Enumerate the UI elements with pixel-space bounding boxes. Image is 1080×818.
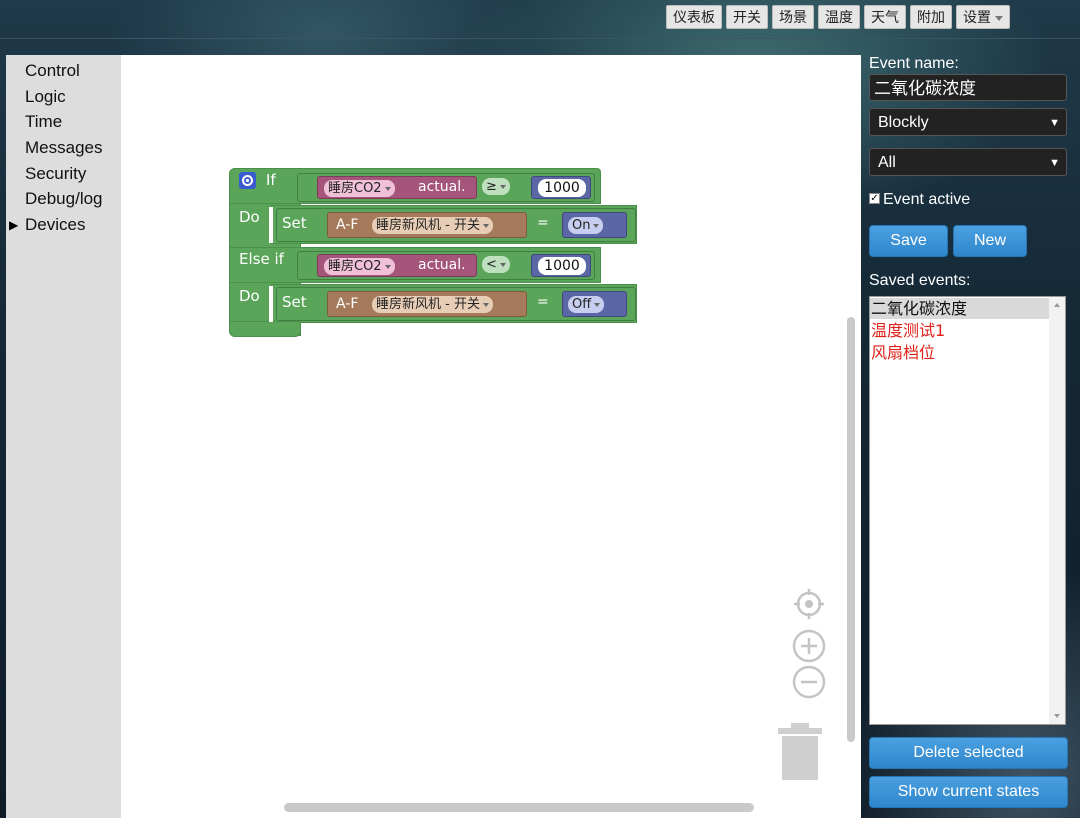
chevron-down-icon [384,264,391,269]
event-type-value: Blockly [878,114,929,131]
operator-dropdown-2[interactable]: < [482,256,510,273]
statement-notch [269,207,273,243]
toolbox-devices[interactable]: Devices [25,215,85,235]
toolbox-logic[interactable]: Logic [25,87,66,107]
do-label-1: Do [239,208,260,226]
event-type-select[interactable]: Blockly ▼ [869,108,1067,136]
toolbox-time[interactable]: Time [25,112,62,132]
equals-label-2: = [537,294,549,310]
device-action-block-2[interactable]: A-F 睡房新风机 - 开关 [327,291,527,317]
nav-switches[interactable]: 开关 [726,5,768,29]
device-dropdown-1[interactable]: 睡房CO2 [324,180,395,197]
saved-events-scrollbar[interactable] [1049,297,1065,724]
event-name-label: Event name: [869,55,959,72]
state-dropdown-1[interactable]: On [568,217,604,234]
chevron-down-icon [482,302,489,307]
equals-label-1: = [537,215,549,231]
nav-dashboard[interactable]: 仪表板 [666,5,722,29]
toolbox-messages[interactable]: Messages [25,138,102,158]
trash-icon[interactable] [777,723,823,781]
set-label-2: Set [282,293,307,311]
nav-settings-label: 设置 [963,10,991,26]
toolbox-debug-log[interactable]: Debug/log [25,189,103,209]
if-block-bottom [229,321,301,337]
state-block-2[interactable]: Off [562,291,627,317]
operator-1-label: ≥ [486,179,497,194]
nav-temperature[interactable]: 温度 [818,5,860,29]
if-label: If [266,171,276,189]
saved-events-label: Saved events: [869,272,971,289]
nav-extra[interactable]: 附加 [910,5,952,29]
state-dropdown-2[interactable]: Off [568,296,605,313]
switch-dropdown-1-label: 睡房新风机 - 开关 [376,218,480,233]
saved-events-list[interactable]: 二氧化碳浓度 温度测试1 风扇档位 [869,296,1066,725]
saved-event-item[interactable]: 温度测试1 [870,320,1049,341]
expand-arrow-icon[interactable]: ▶ [9,218,18,232]
chevron-down-icon [995,15,1003,21]
event-active-label: Event active [883,191,971,208]
chevron-down-icon [499,184,506,189]
set-label-1: Set [282,214,307,232]
device-value-block-2[interactable]: 睡房CO2 actual. [317,254,477,277]
chevron-down-icon [384,186,391,191]
switch-dropdown-1[interactable]: 睡房新风机 - 开关 [372,217,493,234]
scroll-up-icon[interactable] [1054,303,1060,307]
prop-label-2: actual. [418,257,466,273]
chevron-down-icon [482,223,489,228]
switch-dropdown-2-label: 睡房新风机 - 开关 [376,297,480,312]
device-dropdown-2[interactable]: 睡房CO2 [324,258,395,275]
device-value-block-1[interactable]: 睡房CO2 actual. [317,176,477,199]
scroll-down-icon[interactable] [1054,714,1060,718]
number-input-2[interactable]: 1000 [538,257,586,275]
device-dropdown-1-label: 睡房CO2 [328,181,382,196]
number-input-1[interactable]: 1000 [538,179,586,197]
device-action-block-1[interactable]: A-F 睡房新风机 - 开关 [327,212,527,238]
recenter-icon[interactable] [792,587,826,621]
zoom-in-icon[interactable] [792,629,826,663]
saved-event-item[interactable]: 风扇档位 [870,342,1049,363]
save-button[interactable]: Save [869,225,948,257]
chevron-down-icon: ▼ [1049,117,1060,129]
switch-dropdown-2[interactable]: 睡房新风机 - 开关 [372,296,493,313]
new-button[interactable]: New [953,225,1027,257]
state-block-1[interactable]: On [562,212,627,238]
zoom-out-icon[interactable] [792,665,826,699]
toolbox-security[interactable]: Security [25,164,86,184]
event-scope-value: All [878,154,896,171]
state-2-label: Off [572,297,592,312]
type-label-1: A-F [336,217,359,233]
toolbox-control[interactable]: Control [25,61,80,81]
number-block-2[interactable]: 1000 [531,254,591,277]
nav-settings[interactable]: 设置 [956,5,1010,29]
gear-icon[interactable] [239,172,256,189]
operator-dropdown-1[interactable]: ≥ [482,178,510,195]
do-label-2: Do [239,287,260,305]
state-1-label: On [572,218,591,233]
prop-label-1: actual. [418,179,466,195]
delete-selected-button[interactable]: Delete selected [869,737,1068,769]
workspace-horizontal-scrollbar[interactable] [284,803,754,812]
nav-weather[interactable]: 天气 [864,5,906,29]
chevron-down-icon [499,262,506,267]
nav-scenes[interactable]: 场景 [772,5,814,29]
top-nav: 仪表板 开关 场景 温度 天气 附加 设置 [666,5,1010,29]
operator-2-label: < [486,257,497,272]
device-dropdown-2-label: 睡房CO2 [328,259,382,274]
show-current-states-button[interactable]: Show current states [869,776,1068,808]
type-label-2: A-F [336,296,359,312]
chevron-down-icon [594,302,601,307]
number-block-1[interactable]: 1000 [531,176,591,199]
header-divider [0,38,1080,39]
event-active-checkbox[interactable]: ✓ [869,193,880,204]
statement-notch [269,286,273,322]
event-name-input[interactable]: 二氧化碳浓度 [869,74,1067,101]
blockly-toolbox: Control Logic Time Messages Security Deb… [6,55,121,818]
workspace-vertical-scrollbar[interactable] [847,317,855,742]
blockly-workspace[interactable]: If Do Else if Do 睡房CO2 actual. ≥ 1000 Se… [121,55,861,818]
chevron-down-icon [593,223,600,228]
elseif-label: Else if [239,250,284,268]
event-scope-select[interactable]: All ▼ [869,148,1067,176]
chevron-down-icon: ▼ [1049,157,1060,169]
saved-event-item[interactable]: 二氧化碳浓度 [870,298,1049,319]
